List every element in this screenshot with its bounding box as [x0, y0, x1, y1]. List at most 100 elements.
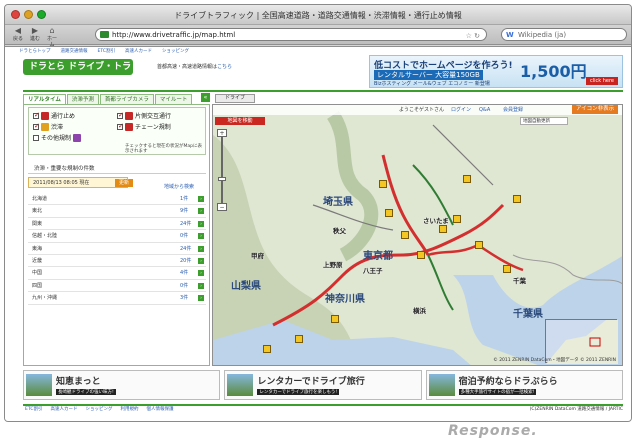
- legend-box: 通行止め 片側交互通行 渋滞 チェーン規制 その他規制 チェックすると現在の状況…: [28, 107, 206, 155]
- top-link[interactable]: ETC割引: [98, 48, 115, 54]
- arrow-icon[interactable]: ›: [198, 282, 204, 289]
- congestion-marker-icon[interactable]: [379, 180, 387, 188]
- congestion-marker-icon[interactable]: [401, 231, 409, 239]
- list-item: 近畿 20件 ›: [28, 255, 206, 268]
- list-item: 信越・北陸 0件 ›: [28, 230, 206, 243]
- ad-banner[interactable]: 低コストでホームページを作ろう! レンタルサーバー 大容量150GB 1,500…: [369, 55, 623, 88]
- top-link[interactable]: ショッピング: [162, 48, 189, 54]
- ad-click-button[interactable]: click here: [585, 77, 618, 85]
- congestion-marker-icon[interactable]: [331, 315, 339, 323]
- congestion-marker-icon[interactable]: [295, 335, 303, 343]
- faq-link[interactable]: Q&A: [479, 105, 490, 115]
- auto-update-checkbox[interactable]: 地図自動更新: [520, 117, 568, 125]
- footer-link[interactable]: 利用規約: [120, 406, 138, 414]
- map-label-chiba: 千葉県: [513, 309, 543, 320]
- collapse-panel-icon[interactable]: «: [201, 93, 210, 102]
- list-item: 東海 24件 ›: [28, 243, 206, 255]
- banner-rental-car[interactable]: レンタカーでドライブ旅行 レンタカーでドライブ旅行を楽しもう!: [224, 370, 422, 400]
- address-bar[interactable]: http://www.drivetraffic.jp/map.html ☆ ↻: [95, 28, 487, 41]
- congestion-marker-icon[interactable]: [453, 215, 461, 223]
- footer-link[interactable]: ETC割引: [25, 406, 42, 414]
- zoom-slider-handle[interactable]: [218, 177, 226, 181]
- reload-icon[interactable]: ☆ ↻: [466, 30, 480, 42]
- footer-link[interactable]: ショッピング: [85, 406, 112, 414]
- watermark: Response.: [448, 423, 538, 439]
- drive-button[interactable]: ドライブ: [215, 94, 255, 103]
- other-sign-icon: [73, 133, 82, 142]
- map-move-button[interactable]: 地図を移動: [215, 117, 265, 125]
- footer-link[interactable]: 高速人カード: [50, 406, 77, 414]
- top-link[interactable]: 道路交通情報: [61, 48, 88, 54]
- arrow-icon[interactable]: ›: [198, 257, 204, 264]
- tab-live-camera[interactable]: 首都ライブカメラ: [99, 94, 154, 104]
- map-city-uenohara: 上野原: [323, 261, 343, 269]
- count-link[interactable]: 3件: [180, 292, 188, 304]
- map-city-chiba: 千葉: [513, 277, 526, 285]
- traffic-map[interactable]: ようこそゲストさん ログイン Q&A 会員登録 アイコン非表示 地図を移動 地図…: [212, 104, 623, 366]
- count-link[interactable]: 20件: [180, 255, 191, 267]
- legend-closure[interactable]: 通行止め: [33, 111, 75, 120]
- home-button[interactable]: ⌂ ホーム: [45, 26, 59, 48]
- arrow-icon[interactable]: ›: [198, 220, 204, 227]
- count-link[interactable]: 9件: [180, 205, 188, 217]
- arrow-icon[interactable]: ›: [198, 196, 204, 202]
- count-link[interactable]: 24件: [180, 243, 191, 255]
- tab-congestion-forecast[interactable]: 渋滞予測: [66, 94, 99, 104]
- update-button[interactable]: 更新: [115, 179, 133, 187]
- top-link[interactable]: 高速人カード: [125, 48, 152, 54]
- count-link[interactable]: 0件: [180, 230, 188, 242]
- forward-button[interactable]: ▶ 進む: [28, 26, 42, 48]
- search-icon: W: [506, 31, 514, 39]
- checkbox-icon: [33, 134, 39, 141]
- footer-link[interactable]: 個人情報保護: [146, 406, 173, 414]
- zoom-in-icon[interactable]: +: [217, 129, 227, 137]
- tab-my-route[interactable]: マイルート: [154, 94, 193, 104]
- region-search-link[interactable]: 地域から検索: [164, 183, 194, 190]
- closure-sign-icon: [41, 111, 49, 120]
- main-tabs: リアルタイム 渋滞予測 首都ライブカメラ マイルート: [23, 94, 193, 104]
- arrow-icon[interactable]: ›: [198, 233, 204, 240]
- legend-chain-regulation[interactable]: チェーン規制: [117, 122, 171, 131]
- list-item: 中国 4件 ›: [28, 267, 206, 280]
- hide-icons-button[interactable]: アイコン非表示: [572, 105, 618, 114]
- left-panel: 通行止め 片側交互通行 渋滞 チェーン規制 その他規制 チェックすると現在の状況…: [23, 104, 210, 366]
- region-list: 北海道 1件 › 東北 9件 › 関東 24件 › 信越・北陸 0件 › 東海 24件 › 近畿 20…: [28, 193, 206, 305]
- forward-arrow-icon: ▶: [31, 26, 39, 35]
- site-logo[interactable]: ドラとら ドライブ・トラフィック: [23, 59, 133, 88]
- congestion-marker-icon[interactable]: [475, 241, 483, 249]
- map-top-bar: ようこそゲストさん ログイン Q&A 会員登録: [213, 105, 622, 115]
- arrow-icon[interactable]: ›: [198, 245, 204, 252]
- legend-other-regulation[interactable]: その他規制: [33, 133, 82, 142]
- zoom-out-icon[interactable]: −: [217, 203, 227, 211]
- arrow-icon[interactable]: ›: [198, 270, 204, 277]
- banner-chie-mat[interactable]: 知恵まっと 長崎観ドライブの強い味方!: [23, 370, 221, 400]
- congestion-marker-icon[interactable]: [513, 195, 521, 203]
- legend-alternate-traffic[interactable]: 片側交互通行: [117, 111, 171, 120]
- search-field[interactable]: W Wikipedia (ja): [501, 28, 627, 41]
- header-rule: [23, 90, 623, 92]
- tab-realtime[interactable]: リアルタイム: [23, 94, 66, 104]
- count-link[interactable]: 1件: [180, 193, 188, 205]
- map-copyright: © 2011 ZENRIN DataCom・地図データ © 2011 ZENRI…: [493, 358, 616, 363]
- congestion-marker-icon[interactable]: [463, 175, 471, 183]
- header-subtext-link[interactable]: こちら: [217, 64, 232, 70]
- banner-hotel[interactable]: 宿泊予約ならドラぷらら 多種大手旅行サイトの宿が一括検索!: [425, 370, 623, 400]
- congestion-marker-icon[interactable]: [263, 345, 271, 353]
- count-link[interactable]: 24件: [180, 218, 191, 230]
- legend-congestion[interactable]: 渋滞: [33, 122, 63, 131]
- top-link[interactable]: ドラとらトップ: [19, 48, 51, 54]
- site-footer: ETC割引 高速人カード ショッピング 利用規約 個人情報保護 (C)ZENRI…: [23, 404, 623, 414]
- congestion-marker-icon[interactable]: [503, 265, 511, 273]
- checkbox-icon: [117, 111, 124, 119]
- congestion-marker-icon[interactable]: [417, 251, 425, 259]
- back-button[interactable]: ◀ 戻る: [11, 26, 25, 48]
- date-box: 2011/08/13 08:05 現在 更新: [28, 177, 133, 188]
- count-link[interactable]: 4件: [180, 267, 188, 279]
- congestion-marker-icon[interactable]: [439, 225, 447, 233]
- congestion-marker-icon[interactable]: [385, 209, 393, 217]
- arrow-icon[interactable]: ›: [198, 208, 204, 215]
- register-link[interactable]: 会員登録: [503, 105, 523, 115]
- count-link[interactable]: 0件: [180, 280, 188, 292]
- login-link[interactable]: ログイン: [451, 105, 471, 115]
- arrow-icon[interactable]: ›: [198, 295, 204, 302]
